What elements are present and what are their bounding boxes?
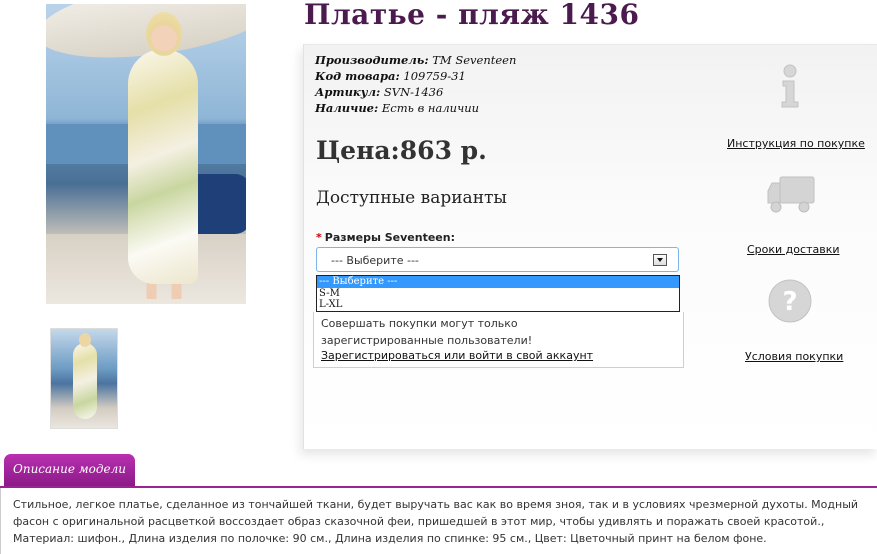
terms-link[interactable]: Условия покупки [745, 350, 843, 363]
variants-heading: Доступные варианты [316, 188, 507, 208]
sku-label: Артикул: [315, 85, 381, 99]
product-code-label: Код товара: [315, 69, 400, 83]
tab-description-label: Описание модели [13, 462, 126, 476]
product-details: Производитель: TM Seventeen Код товара: … [315, 52, 516, 116]
tab-description[interactable]: Описание модели [4, 454, 135, 487]
product-code-row: Код товара: 109759-31 [315, 68, 516, 84]
stock-value: Есть в наличии [381, 101, 480, 115]
register-link[interactable]: Зарегистрироваться или войти в свой акка… [321, 349, 593, 362]
manufacturer-label: Производитель: [315, 53, 429, 67]
size-options-list: --- Выберите --- S-M L-XL [316, 275, 680, 312]
thumb-head [79, 333, 91, 347]
sku-row: Артикул: SVN-1436 [315, 84, 516, 100]
description-panel: Стильное, легкое платье, сделанное из то… [0, 488, 877, 554]
question-icon[interactable]: ? [767, 278, 813, 324]
description-text: Стильное, легкое платье, сделанное из то… [13, 498, 859, 545]
product-thumbnail[interactable] [50, 328, 118, 429]
photo-dress [128, 49, 198, 284]
size-select-value: --- Выберите --- [331, 254, 419, 267]
delivery-link[interactable]: Сроки доставки [747, 243, 840, 256]
size-option-s-m[interactable]: S-M [317, 288, 679, 300]
manufacturer-value: TM Seventeen [432, 53, 517, 67]
page-title: Платье - пляж 1436 [304, 0, 640, 31]
product-price: Цена:863 р. [316, 136, 487, 165]
size-label: * Размеры Seventeen: [316, 231, 455, 244]
size-option-placeholder[interactable]: --- Выберите --- [317, 276, 679, 288]
chevron-down-icon[interactable] [653, 254, 667, 266]
manufacturer-row: Производитель: TM Seventeen [315, 52, 516, 68]
main-product-photo[interactable] [46, 4, 246, 304]
login-notice-message: Совершать покупки могут только зарегистр… [321, 317, 533, 347]
size-select[interactable]: --- Выберите --- [316, 247, 679, 272]
svg-text:?: ? [782, 287, 797, 317]
instruction-link[interactable]: Инструкция по покупке [727, 137, 865, 150]
photo-model-head [146, 12, 182, 56]
sku-value: SVN-1436 [383, 85, 444, 99]
required-mark: * [316, 231, 322, 244]
size-label-text: Размеры Seventeen: [324, 231, 455, 244]
thumb-dress [73, 343, 97, 419]
size-option-l-xl[interactable]: L-XL [317, 299, 679, 311]
product-code-value: 109759-31 [403, 69, 466, 83]
stock-row: Наличие: Есть в наличии [315, 100, 516, 116]
info-icon[interactable] [778, 64, 802, 108]
truck-icon[interactable] [766, 175, 816, 215]
stock-label: Наличие: [315, 101, 379, 115]
login-notice: Совершать покупки могут только зарегистр… [313, 312, 684, 368]
